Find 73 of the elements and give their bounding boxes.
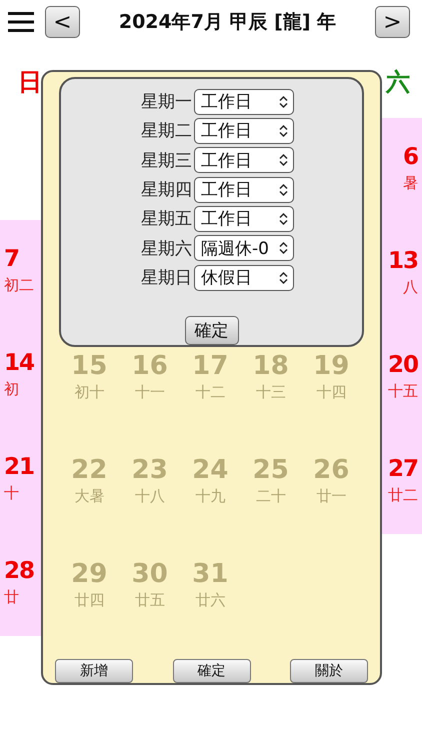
weekday-label: 日	[17, 70, 41, 94]
day-number: 29	[71, 559, 108, 589]
day-number: 22	[71, 455, 108, 485]
up-down-chevron-icon	[279, 154, 288, 166]
weekday-label: 星期一	[141, 91, 192, 114]
lunar-date: 廿二	[388, 485, 418, 506]
day-number: 30	[132, 559, 168, 589]
lunar-date: 十八	[134, 486, 165, 507]
up-down-chevron-icon	[279, 272, 288, 284]
lunar-date: 十九	[195, 486, 226, 507]
day-number: 16	[132, 351, 168, 381]
day-number: 26	[313, 455, 350, 485]
day-type-select[interactable]: 工作日	[194, 176, 294, 203]
day-number: 17	[192, 351, 228, 381]
lunar-date: 大暑	[74, 486, 104, 507]
day-type-select[interactable]: 休假日	[194, 264, 294, 291]
weekday-label: 六	[384, 70, 411, 94]
month-title: 2024年7月 甲辰 [龍] 年	[118, 10, 338, 35]
weekday-label: 星期日	[141, 267, 192, 290]
day-number: 24	[192, 455, 228, 485]
lunar-date: 十三	[256, 382, 286, 403]
day-number[interactable]: 28	[4, 556, 34, 586]
day-number: 18	[252, 351, 289, 381]
day-type-select[interactable]: 工作日	[194, 118, 294, 144]
lunar-date: 十一	[134, 382, 165, 403]
day-number[interactable]: 14	[4, 348, 34, 378]
weekday-label: 星期五	[141, 208, 192, 230]
lunar-date: 十五	[388, 381, 418, 402]
lunar-date: 廿五	[134, 590, 165, 611]
day-number: 25	[252, 455, 289, 485]
day-number: 23	[132, 455, 168, 485]
day-number[interactable]: 7	[4, 244, 20, 274]
lunar-date: 暑	[403, 173, 418, 194]
weekday-label: 星期三	[141, 150, 192, 172]
day-number: 19	[313, 351, 350, 381]
next-month-button[interactable]: >	[375, 6, 410, 38]
up-down-chevron-icon	[279, 96, 288, 108]
up-down-chevron-icon	[279, 184, 288, 196]
day-type-select[interactable]: 工作日	[194, 147, 294, 174]
up-down-chevron-icon	[279, 212, 288, 225]
lunar-date: 廿一	[316, 486, 346, 507]
day-number[interactable]: 20	[388, 350, 418, 380]
day-number: 31	[192, 559, 228, 589]
lunar-date: 廿六	[195, 590, 226, 611]
day-number[interactable]: 27	[388, 454, 418, 484]
lunar-date: 初二	[4, 275, 34, 296]
panel-button[interactable]: 確定	[172, 659, 250, 683]
panel-button[interactable]: 關於	[290, 659, 368, 683]
menu-icon[interactable]	[8, 12, 34, 32]
day-type-select[interactable]: 工作日	[194, 206, 294, 232]
day-type-select[interactable]: 隔週休-0	[194, 235, 294, 262]
lunar-date: 初	[4, 379, 19, 400]
day-number[interactable]: 6	[402, 142, 418, 172]
lunar-date: 二十	[256, 486, 286, 507]
weekday-label: 星期六	[141, 238, 192, 260]
confirm-button[interactable]: 確定	[184, 316, 238, 346]
lunar-date: 初十	[74, 382, 104, 403]
previous-month-button[interactable]: <	[45, 6, 80, 38]
lunar-date: 十二	[195, 382, 226, 403]
lunar-date: 廿	[4, 587, 19, 608]
lunar-date: 十	[4, 483, 19, 504]
panel-button[interactable]: 新增	[55, 659, 133, 683]
day-number: 15	[71, 351, 108, 381]
lunar-date: 廿四	[74, 590, 104, 611]
day-type-select[interactable]: 工作日	[194, 88, 294, 115]
weekday-label: 星期二	[141, 120, 192, 142]
day-number[interactable]: 13	[388, 246, 418, 276]
weekday-label: 星期四	[141, 179, 192, 202]
lunar-date: 八	[403, 277, 418, 298]
lunar-date: 十四	[316, 382, 346, 403]
up-down-chevron-icon	[279, 124, 288, 137]
day-number[interactable]: 21	[4, 452, 34, 482]
up-down-chevron-icon	[279, 242, 288, 254]
